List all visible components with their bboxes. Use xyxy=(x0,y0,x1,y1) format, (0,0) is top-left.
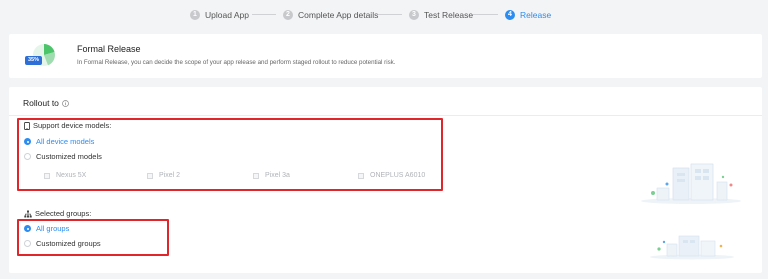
groups-illustration xyxy=(650,235,734,260)
highlight-box-groups xyxy=(17,219,169,256)
step-label: Complete App details xyxy=(298,10,379,20)
step-label: Upload App xyxy=(205,10,249,20)
step-label: Release xyxy=(520,10,552,20)
step-number: 4 xyxy=(505,10,515,20)
device-illustration xyxy=(641,163,741,204)
staged-rollout-icon: 35% xyxy=(24,41,60,71)
step-label: Test Release xyxy=(424,10,474,20)
rollout-title: Rollout to xyxy=(23,98,69,108)
step-number: 2 xyxy=(283,10,293,20)
groups-label: Selected groups: xyxy=(35,209,92,218)
rollout-percent-badge: 35% xyxy=(27,57,39,63)
highlight-box-device-models xyxy=(17,118,443,191)
rollout-card: Rollout to Support device models: All de… xyxy=(9,87,762,273)
step-test-release[interactable]: 3 Test Release xyxy=(409,9,473,21)
group-hierarchy-icon xyxy=(24,210,32,217)
formal-release-card: 35% Formal Release In Formal Release, yo… xyxy=(9,34,762,78)
step-upload-app[interactable]: 1 Upload App xyxy=(190,9,249,21)
info-icon[interactable] xyxy=(62,99,69,107)
release-stepper: 1 Upload App 2 Complete App details 3 Te… xyxy=(0,0,768,30)
divider xyxy=(9,115,762,116)
step-release[interactable]: 4 Release xyxy=(505,9,551,21)
step-connector xyxy=(473,14,498,15)
groups-section-title: Selected groups: xyxy=(24,209,91,218)
step-number: 1 xyxy=(190,10,200,20)
step-number: 3 xyxy=(409,10,419,20)
step-connector xyxy=(378,14,402,15)
page-title: Formal Release xyxy=(77,44,141,54)
rollout-title-label: Rollout to xyxy=(23,98,59,108)
step-complete-app-details[interactable]: 2 Complete App details xyxy=(283,9,378,21)
page-description: In Formal Release, you can decide the sc… xyxy=(77,59,396,66)
step-connector xyxy=(252,14,276,15)
